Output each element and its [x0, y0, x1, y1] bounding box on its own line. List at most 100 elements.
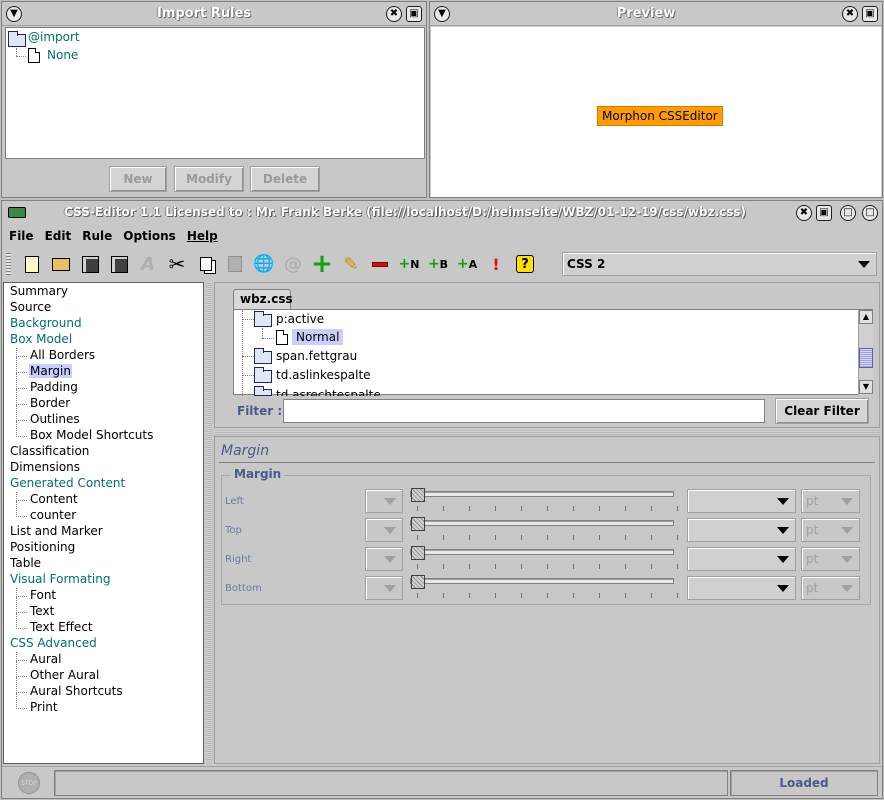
splitter-vertical[interactable] — [206, 282, 212, 764]
delete-button[interactable]: Delete — [250, 166, 320, 192]
open-folder-icon[interactable] — [49, 252, 73, 276]
css-version-select[interactable]: CSS 2 — [562, 252, 877, 276]
close-icon[interactable]: ✖ — [796, 205, 812, 221]
filter-input[interactable] — [283, 399, 765, 423]
menu-file[interactable]: File — [9, 229, 34, 243]
maximize-icon[interactable]: □ — [840, 205, 856, 221]
menu-help[interactable]: Help — [187, 229, 218, 243]
nav-item-font[interactable]: Font — [30, 588, 56, 602]
link-icon[interactable]: @ — [281, 252, 305, 276]
nav-item-positioning[interactable]: Positioning — [10, 540, 75, 554]
edit-rule-icon[interactable]: ✎ — [339, 252, 363, 276]
nav-item-margin[interactable]: Margin — [29, 364, 72, 378]
splitter-horizontal[interactable] — [214, 429, 880, 435]
margin-left-unit-select[interactable]: pt — [801, 489, 860, 513]
new-file-icon[interactable] — [20, 252, 44, 276]
margin-top-slider-thumb[interactable] — [411, 517, 425, 531]
modify-button[interactable]: Modify — [174, 166, 244, 192]
menu-edit[interactable]: Edit — [45, 229, 72, 243]
stop-icon[interactable]: STOP — [18, 772, 40, 794]
rule-item[interactable]: td.aslinkespalte — [276, 368, 371, 382]
validate-globe-icon[interactable]: 🌐 — [252, 252, 276, 276]
float-icon[interactable]: ▣ — [406, 5, 422, 22]
nav-item-summary[interactable]: Summary — [10, 284, 68, 298]
margin-bottom-value-select[interactable] — [687, 576, 796, 600]
float-icon[interactable]: ▣ — [816, 205, 832, 221]
rule-item[interactable]: span.fettgrau — [276, 349, 357, 363]
nav-item-content[interactable]: Content — [30, 492, 78, 506]
import-child-label[interactable]: None — [47, 48, 78, 62]
rule-tree-scrollbar[interactable]: ▲ ▼ — [858, 310, 873, 395]
add-a-icon[interactable]: + A — [455, 252, 479, 276]
rule-item[interactable]: td.asrechtespalte — [276, 387, 381, 396]
nav-item-dimensions[interactable]: Dimensions — [10, 460, 80, 474]
menu-rule[interactable]: Rule — [82, 229, 112, 243]
nav-item-other-aural[interactable]: Other Aural — [30, 668, 99, 682]
float-icon[interactable]: ▣ — [862, 5, 878, 22]
close-icon[interactable]: ✖ — [386, 5, 402, 22]
nav-item-all-borders[interactable]: All Borders — [30, 348, 95, 362]
margin-bottom-slider-track[interactable] — [410, 578, 674, 584]
rule-item[interactable]: p:active — [276, 312, 324, 326]
nav-item-aural-shortcuts[interactable]: Aural Shortcuts — [30, 684, 123, 698]
margin-bottom-unit-select[interactable]: pt — [801, 576, 860, 600]
margin-right-value-select[interactable] — [687, 547, 796, 571]
nav-item-text-effect[interactable]: Text Effect — [30, 620, 93, 634]
paste-icon[interactable] — [223, 252, 247, 276]
margin-top-unit-select[interactable]: pt — [801, 518, 860, 542]
tab-wbz-css[interactable]: wbz.css — [233, 289, 293, 309]
menu-options[interactable]: Options — [123, 229, 176, 243]
margin-bottom-keyword-select[interactable] — [365, 576, 403, 600]
nav-item-css-advanced[interactable]: CSS Advanced — [10, 636, 97, 650]
nav-item-source[interactable]: Source — [10, 300, 51, 314]
nav-item-background[interactable]: Background — [10, 316, 82, 330]
nav-item-box-model-shortcuts[interactable]: Box Model Shortcuts — [30, 428, 153, 442]
margin-left-keyword-select[interactable] — [365, 489, 403, 513]
margin-left-slider-track[interactable] — [410, 491, 674, 497]
nav-item-visual-formating[interactable]: Visual Formating — [10, 572, 110, 586]
help-icon[interactable]: ? — [513, 252, 537, 276]
margin-left-slider-thumb[interactable] — [411, 488, 425, 502]
add-b-icon[interactable]: + B — [426, 252, 450, 276]
font-icon[interactable]: A — [136, 252, 160, 276]
nav-item-text[interactable]: Text — [30, 604, 54, 618]
new-button[interactable]: New — [109, 166, 167, 192]
rule-item-selected[interactable]: Normal — [292, 329, 344, 345]
minimize-icon[interactable]: □ — [862, 205, 878, 221]
important-icon[interactable]: ! — [484, 252, 508, 276]
margin-top-slider-track[interactable] — [410, 520, 674, 526]
close-icon[interactable]: ✖ — [842, 5, 858, 22]
add-n-icon[interactable]: + N — [397, 252, 421, 276]
margin-bottom-slider-thumb[interactable] — [411, 575, 425, 589]
save-icon[interactable] — [78, 252, 102, 276]
collapse-icon[interactable]: ▼ — [6, 5, 22, 22]
margin-right-slider-track[interactable] — [410, 549, 674, 555]
nav-item-outlines[interactable]: Outlines — [30, 412, 80, 426]
margin-left-value-select[interactable] — [687, 489, 796, 513]
nav-item-counter[interactable]: counter — [30, 508, 76, 522]
nav-item-list-and-marker[interactable]: List and Marker — [10, 524, 103, 538]
save-as-icon[interactable] — [107, 252, 131, 276]
margin-top-value-select[interactable] — [687, 518, 796, 542]
nav-item-print[interactable]: Print — [30, 700, 58, 714]
add-rule-icon[interactable]: + — [310, 249, 334, 279]
margin-right-keyword-select[interactable] — [365, 547, 403, 571]
nav-item-table[interactable]: Table — [10, 556, 41, 570]
nav-item-classification[interactable]: Classification — [10, 444, 89, 458]
nav-item-padding[interactable]: Padding — [30, 380, 78, 394]
clear-filter-button[interactable]: Clear Filter — [775, 398, 869, 424]
scroll-up-icon[interactable]: ▲ — [859, 310, 873, 324]
margin-right-unit-select[interactable]: pt — [801, 547, 860, 571]
nav-item-aural[interactable]: Aural — [30, 652, 61, 666]
collapse-icon[interactable]: ▼ — [434, 5, 450, 22]
remove-rule-icon[interactable] — [368, 252, 392, 276]
import-root-label[interactable]: @import — [28, 30, 80, 44]
scroll-down-icon[interactable]: ▼ — [859, 380, 873, 394]
nav-item-generated-content[interactable]: Generated Content — [10, 476, 125, 490]
margin-right-slider-thumb[interactable] — [411, 546, 425, 560]
copy-icon[interactable] — [194, 252, 218, 276]
cut-icon[interactable]: ✂ — [165, 252, 189, 276]
margin-top-keyword-select[interactable] — [365, 518, 403, 542]
scroll-thumb[interactable] — [859, 348, 873, 368]
nav-item-border[interactable]: Border — [30, 396, 70, 410]
